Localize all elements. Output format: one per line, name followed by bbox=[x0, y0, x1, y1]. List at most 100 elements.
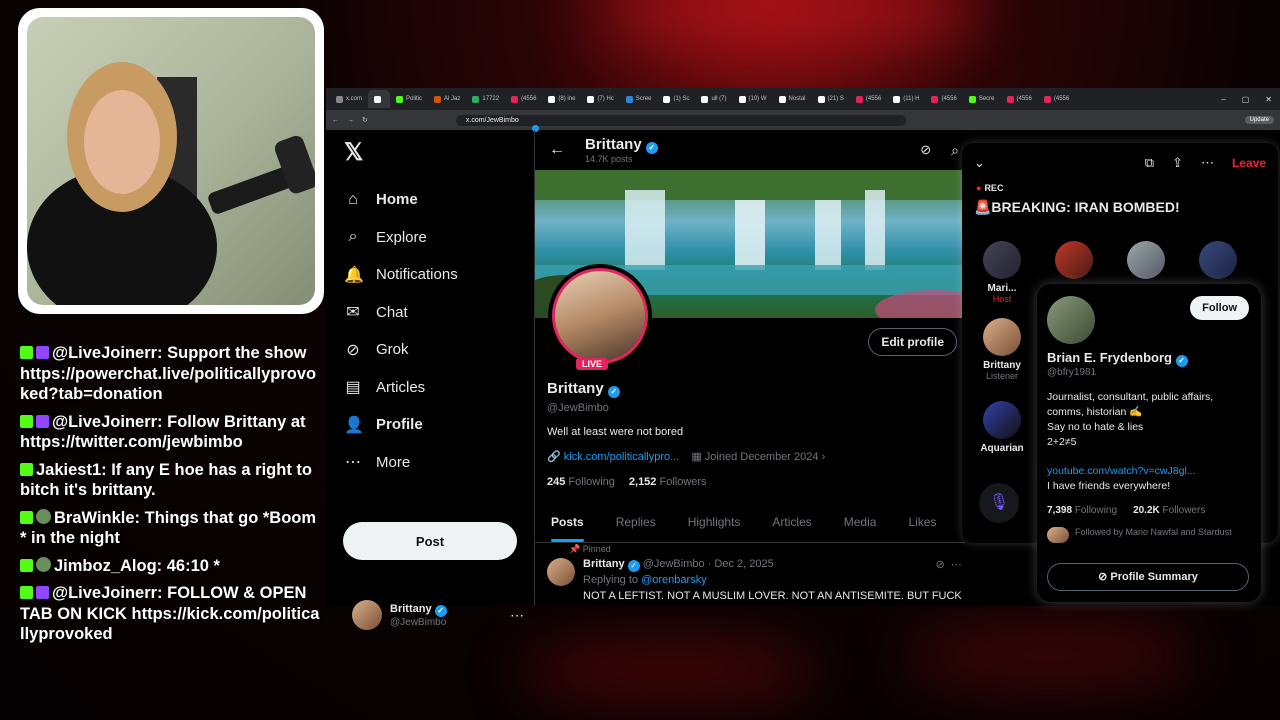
tab-articles[interactable]: Articles bbox=[756, 502, 827, 542]
x-logo-icon[interactable]: 𝕏 bbox=[344, 138, 534, 167]
leave-button[interactable]: Leave bbox=[1232, 156, 1266, 170]
browser-tab[interactable]: Scree bbox=[620, 90, 658, 108]
followers-link[interactable]: 2,152 Followers bbox=[629, 476, 707, 488]
more-icon[interactable]: ⋯ bbox=[1201, 155, 1214, 171]
hovercard-following[interactable]: 7,398 Following bbox=[1047, 505, 1117, 516]
avatar bbox=[1199, 241, 1237, 279]
hovercard-handle[interactable]: @bfry1981 bbox=[1047, 367, 1096, 378]
avatar[interactable] bbox=[1047, 296, 1095, 344]
search-icon[interactable]: ⌕ bbox=[951, 142, 959, 159]
more-icon[interactable]: ⋯ bbox=[951, 559, 962, 571]
speaker-4[interactable] bbox=[1188, 241, 1248, 283]
speaker-1[interactable]: Mari... Host bbox=[972, 241, 1032, 304]
account-switcher[interactable]: Brittany ✓ @JewBimbo ⋯ bbox=[352, 600, 524, 630]
reply-mention[interactable]: @orenbarsky bbox=[641, 574, 707, 586]
close-icon[interactable]: ✕ bbox=[1265, 95, 1272, 104]
tab-replies[interactable]: Replies bbox=[600, 502, 672, 542]
tab-favicon-icon bbox=[701, 95, 709, 103]
browser-tab[interactable] bbox=[368, 90, 391, 108]
post-button[interactable]: Post bbox=[343, 522, 517, 560]
chevron-right-icon[interactable]: › bbox=[822, 451, 826, 463]
more-icon: ⋯ bbox=[345, 454, 361, 472]
nav-item-grok[interactable]: ⊘ Grok bbox=[334, 331, 534, 369]
browser-tab[interactable]: (4556 bbox=[505, 90, 542, 108]
nav-item-articles[interactable]: ▤ Articles bbox=[334, 369, 534, 407]
browser-tab[interactable]: (4556 bbox=[1001, 90, 1038, 108]
purple-badge-icon bbox=[36, 414, 49, 428]
hovercard-stats: 7,398 Following 20.2K Followers bbox=[1047, 505, 1205, 516]
back-arrow-icon[interactable]: ← bbox=[549, 141, 565, 159]
browser-tab[interactable]: (4556 bbox=[850, 90, 887, 108]
edit-profile-button[interactable]: Edit profile bbox=[868, 328, 957, 356]
tweet-date[interactable]: Dec 2, 2025 bbox=[714, 558, 773, 570]
profile-link[interactable]: kick.com/politicallypro... bbox=[564, 451, 680, 463]
profile-avatar[interactable] bbox=[548, 264, 652, 368]
green-badge-icon bbox=[20, 510, 33, 524]
speaker-5[interactable]: Brittany Listener bbox=[972, 318, 1032, 381]
speaker-role: Host bbox=[992, 294, 1012, 304]
browser-tab[interactable]: Al Jaz bbox=[428, 90, 466, 108]
window-controls: – ▢ ✕ bbox=[1221, 95, 1280, 104]
mail-icon: ✉ bbox=[346, 304, 360, 322]
browser-tab[interactable]: Nostal bbox=[773, 90, 812, 108]
tweet-author[interactable]: Brittany bbox=[583, 558, 625, 570]
more-icon[interactable]: ⋯ bbox=[510, 607, 524, 624]
pinned-tweet[interactable]: 📌 Pinned Brittany ✓ @JewBimbo · Dec 2, 2… bbox=[547, 544, 962, 602]
share-icon[interactable]: ⇪ bbox=[1172, 155, 1183, 171]
tweet-handle[interactable]: @JewBimbo bbox=[643, 558, 705, 570]
green-badge-icon bbox=[20, 558, 33, 572]
browser-tab[interactable]: 17722 bbox=[466, 90, 505, 108]
minimize-icon[interactable]: – bbox=[1221, 95, 1225, 104]
browser-tab[interactable]: Secre bbox=[963, 90, 1001, 108]
update-button[interactable]: Update bbox=[1244, 116, 1274, 124]
follow-button[interactable]: Follow bbox=[1190, 296, 1249, 320]
nav-item-chat[interactable]: ✉ Chat bbox=[334, 294, 534, 332]
tab-likes[interactable]: Likes bbox=[892, 502, 952, 542]
nav-item-more[interactable]: ⋯ More bbox=[334, 444, 534, 482]
microphone-icon[interactable]: 🎙 bbox=[979, 483, 1019, 523]
browser-tab[interactable]: (21) S bbox=[812, 90, 850, 108]
nav-item-explore[interactable]: ⌕ Explore bbox=[334, 219, 534, 257]
avatar[interactable] bbox=[547, 558, 575, 586]
browser-tab[interactable]: (11) H bbox=[887, 90, 925, 108]
tab-highlights[interactable]: Highlights bbox=[672, 502, 757, 542]
url-field[interactable]: x.com/JewBimbo bbox=[455, 114, 906, 126]
grok-icon[interactable]: ⊘ bbox=[935, 559, 944, 571]
hovercard-name[interactable]: Brian E. Frydenborg bbox=[1047, 350, 1172, 365]
browser-tab[interactable]: (4556 bbox=[1038, 90, 1075, 108]
grok-icon[interactable]: ⊘ bbox=[920, 142, 931, 158]
tab-favicon-icon bbox=[472, 95, 480, 103]
tab-label: (11) H bbox=[903, 96, 920, 102]
profile-stats: 245 Following 2,152 Followers bbox=[547, 476, 707, 488]
reload-icon[interactable]: ↻ bbox=[362, 116, 368, 124]
nav-item-profile[interactable]: 👤 Profile bbox=[334, 406, 534, 444]
tab-posts[interactable]: Posts bbox=[535, 502, 600, 542]
following-link[interactable]: 245 Following bbox=[547, 476, 615, 488]
tab-media[interactable]: Media bbox=[828, 502, 893, 542]
speaker-2[interactable] bbox=[1044, 241, 1104, 283]
browser-tab[interactable]: (10) W bbox=[733, 90, 773, 108]
hovercard-link[interactable]: youtube.com/watch?v=cwJ8gl... bbox=[1047, 465, 1196, 477]
verified-icon: ✓ bbox=[434, 604, 447, 617]
back-icon[interactable]: ← bbox=[332, 117, 339, 124]
maximize-icon[interactable]: ▢ bbox=[1242, 95, 1250, 104]
followed-by[interactable]: Followed by Mario Nawfal and Stardust bbox=[1047, 527, 1247, 543]
minimize-icon[interactable]: ⧉ bbox=[1145, 155, 1154, 171]
collapse-icon[interactable]: ⌄ bbox=[974, 155, 985, 171]
nav-label: Notifications bbox=[376, 266, 458, 284]
browser-tab[interactable]: ull (7) bbox=[695, 90, 732, 108]
speaker-name: Brittany bbox=[983, 360, 1021, 371]
nav-item-home[interactable]: ⌂ Home bbox=[334, 181, 534, 219]
speaker-3[interactable] bbox=[1116, 241, 1176, 283]
browser-tab[interactable]: Politic bbox=[390, 90, 428, 108]
browser-tab[interactable]: x.com bbox=[330, 90, 368, 108]
browser-tab[interactable]: (7) Hc bbox=[581, 90, 619, 108]
nav-item-notifications[interactable]: 🔔 Notifications bbox=[334, 125, 539, 294]
speaker-6[interactable]: Aquarian bbox=[972, 401, 1032, 454]
profile-summary-button[interactable]: ⊘ Profile Summary bbox=[1047, 563, 1249, 591]
hovercard-followers[interactable]: 20.2K Followers bbox=[1133, 505, 1205, 516]
browser-tab[interactable]: (8) ine bbox=[542, 90, 581, 108]
forward-icon[interactable]: → bbox=[347, 117, 354, 124]
browser-tab[interactable]: (1) Sc bbox=[657, 90, 695, 108]
browser-tab[interactable]: (4556 bbox=[925, 90, 962, 108]
